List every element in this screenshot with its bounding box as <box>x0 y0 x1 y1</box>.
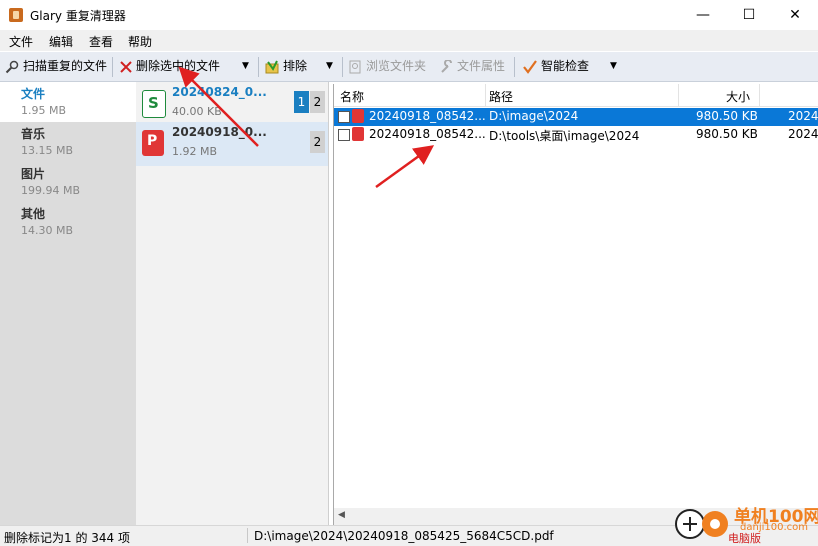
group-name: 20240918_0... <box>172 125 267 139</box>
group-index-badge: 1 <box>294 91 309 113</box>
checkmark-icon <box>523 59 537 74</box>
menu-help[interactable]: 帮助 <box>128 33 152 50</box>
file-size: 980.50 KB <box>696 109 758 123</box>
toolbar-separator <box>514 57 515 77</box>
exclude-dropdown-arrow[interactable]: ▼ <box>326 57 333 76</box>
delete-label: 删除选中的文件 <box>136 59 221 73</box>
app-icon <box>9 8 23 22</box>
smart-check-button[interactable]: 智能检查 <box>523 57 589 76</box>
column-header-path[interactable]: 路径 <box>489 88 513 105</box>
search-icon <box>5 60 19 73</box>
group-item[interactable]: S 20240824_0... 40.00 KB 1 2 <box>136 82 328 126</box>
file-name: 20240918_08542... <box>369 109 486 123</box>
category-panel: 文件 1.95 MB 音乐 13.15 MB 图片 199.94 MB 其他 1… <box>0 82 136 525</box>
menu-file[interactable]: 文件 <box>9 33 33 50</box>
column-header-name[interactable]: 名称 <box>340 88 364 105</box>
category-documents[interactable]: 文件 1.95 MB <box>0 82 136 122</box>
category-name: 图片 <box>21 167 46 181</box>
pdf-icon <box>352 127 364 141</box>
file-size: 980.50 KB <box>696 127 758 141</box>
toolbar: 扫描重复的文件 删除选中的文件 ▼ 排除 ▼ 浏览文件夹 文件属性 智能检查 ▼ <box>0 52 818 82</box>
file-list-panel: 名称 路径 大小 20240918_08542... D:\image\2024… <box>333 84 818 525</box>
category-size: 13.15 MB <box>21 144 74 157</box>
category-size: 14.30 MB <box>21 224 74 237</box>
scroll-left-icon[interactable]: ◀ <box>338 510 345 520</box>
pdf-icon <box>352 109 364 123</box>
file-date: 2024 <box>788 109 818 123</box>
menu-edit[interactable]: 编辑 <box>49 33 73 50</box>
group-size: 40.00 KB <box>172 105 222 118</box>
menu-bar: 文件 编辑 查看 帮助 <box>0 30 818 51</box>
folder-browse-icon <box>349 60 361 73</box>
smart-dropdown-arrow[interactable]: ▼ <box>610 57 617 76</box>
category-size: 1.95 MB <box>21 104 67 117</box>
spreadsheet-icon: S <box>142 90 166 118</box>
group-panel: S 20240824_0... 40.00 KB 1 2 P 20240918_… <box>136 82 329 525</box>
delete-selected-button[interactable]: 删除选中的文件 <box>120 57 220 76</box>
close-button[interactable]: ✕ <box>772 0 818 30</box>
group-name: 20240824_0... <box>172 85 267 99</box>
category-name: 文件 <box>21 87 46 101</box>
minimize-button[interactable]: — <box>680 0 726 30</box>
category-music[interactable]: 音乐 13.15 MB <box>0 122 136 162</box>
watermark: 单机100网 danji100.com 电脑版 <box>672 500 818 545</box>
status-divider <box>247 528 248 543</box>
group-size: 1.92 MB <box>172 145 218 158</box>
window-title: Glary 重复清理器 <box>30 9 126 23</box>
file-list-header: 名称 路径 大小 <box>334 84 818 107</box>
pdf-icon: P <box>142 130 164 156</box>
row-checkbox[interactable] <box>338 111 350 123</box>
file-properties-button[interactable]: 文件属性 <box>440 57 505 76</box>
toolbar-separator <box>342 57 343 77</box>
title-bar: Glary 重复清理器 — ☐ ✕ <box>0 0 818 30</box>
table-row[interactable]: 20240918_08542... D:\tools\桌面\image\2024… <box>334 126 818 144</box>
category-name: 其他 <box>21 207 46 221</box>
browse-folder-button[interactable]: 浏览文件夹 <box>349 57 426 76</box>
browse-label: 浏览文件夹 <box>366 59 427 73</box>
category-size: 199.94 MB <box>21 184 81 197</box>
delete-icon <box>120 60 132 73</box>
category-name: 音乐 <box>21 127 46 141</box>
column-divider[interactable] <box>485 84 486 106</box>
wrench-icon <box>441 59 452 73</box>
column-header-size[interactable]: 大小 <box>726 88 750 105</box>
status-marked-count: 删除标记为1 的 344 项 <box>4 531 130 545</box>
toolbar-separator <box>258 57 259 77</box>
exclude-label: 排除 <box>283 59 308 73</box>
menu-view[interactable]: 查看 <box>89 33 113 50</box>
scan-duplicates-button[interactable]: 扫描重复的文件 <box>5 57 107 76</box>
category-images[interactable]: 图片 199.94 MB <box>0 162 136 202</box>
row-checkbox[interactable] <box>338 129 350 141</box>
file-path: D:\image\2024 <box>489 109 579 123</box>
toolbar-separator <box>112 57 113 77</box>
maximize-button[interactable]: ☐ <box>726 0 772 30</box>
file-name: 20240918_08542... <box>369 127 486 141</box>
scan-label: 扫描重复的文件 <box>23 59 108 73</box>
file-date: 2024 <box>788 127 818 141</box>
table-row[interactable]: 20240918_08542... D:\image\2024 980.50 K… <box>334 108 818 126</box>
props-label: 文件属性 <box>457 59 506 73</box>
watermark-logo <box>675 509 728 539</box>
file-path: D:\tools\桌面\image\2024 <box>489 129 640 143</box>
column-divider[interactable] <box>759 84 760 106</box>
status-file-path: D:\image\2024\20240918_085425_5684C5CD.p… <box>254 529 554 543</box>
group-count-badge: 2 <box>310 131 325 153</box>
exclude-icon <box>265 60 279 73</box>
watermark-subtext: 电脑版 <box>728 532 761 545</box>
group-item[interactable]: P 20240918_0... 1.92 MB 2 <box>136 122 328 166</box>
smart-label: 智能检查 <box>541 59 590 73</box>
column-divider[interactable] <box>678 84 679 106</box>
delete-dropdown-arrow[interactable]: ▼ <box>242 57 249 76</box>
exclude-button[interactable]: 排除 <box>265 57 307 76</box>
category-other[interactable]: 其他 14.30 MB <box>0 202 136 242</box>
group-count-badge: 2 <box>310 91 325 113</box>
